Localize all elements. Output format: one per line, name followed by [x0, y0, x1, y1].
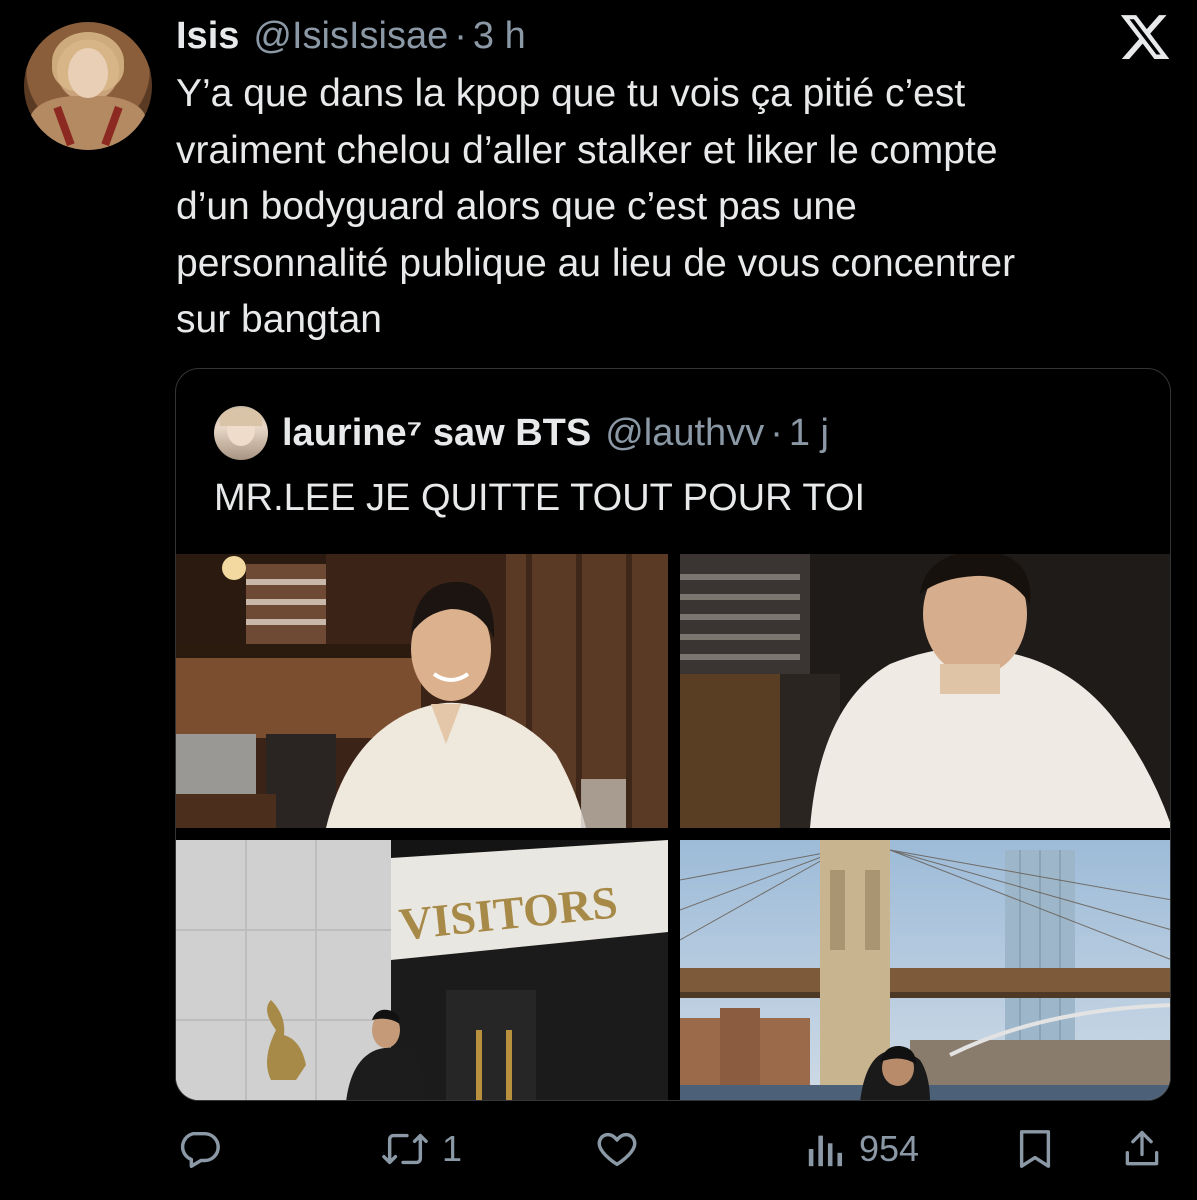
reply-button[interactable] [176, 1118, 234, 1180]
tweet-time[interactable]: 3 h [473, 15, 526, 58]
quoted-tweet[interactable]: laurine⁷ saw BTS @lauthvv · 1 j MR.LEE J… [175, 368, 1171, 1101]
quoted-author-avatar[interactable] [214, 406, 268, 460]
quoted-author-handle[interactable]: @lauthvv [605, 412, 764, 455]
retweet-count: 1 [442, 1128, 463, 1169]
media-photo-visitors-entrance[interactable]: VISITORS [176, 840, 668, 1100]
bookmark-button[interactable] [1014, 1118, 1056, 1180]
views-count: 954 [859, 1128, 920, 1169]
tweet-actions: 1 954 [0, 1118, 1197, 1180]
tweet-text-line: Y’a que dans la kpop que tu vois ça piti… [176, 72, 966, 115]
author-name[interactable]: Isis [176, 15, 239, 58]
heart-icon [597, 1132, 637, 1167]
share-icon [1125, 1130, 1159, 1166]
tweet-header: Isis @IsisIsisae · 3 h [176, 12, 526, 60]
like-button[interactable] [594, 1118, 652, 1180]
reply-icon [180, 1131, 220, 1168]
separator-dot: · [770, 411, 783, 454]
views-button[interactable]: 954 [805, 1118, 919, 1180]
media-grid: VISITORS [176, 554, 1170, 1100]
tweet-text-line: sur bangtan [176, 298, 382, 341]
bookmark-icon [1019, 1130, 1051, 1168]
quoted-tweet-text: MR.LEE JE QUITTE TOUT POUR TOI [214, 477, 866, 519]
quoted-tweet-header: laurine⁷ saw BTS @lauthvv · 1 j [214, 406, 829, 460]
views-icon [808, 1135, 843, 1167]
author-avatar[interactable] [24, 22, 152, 150]
media-photo-restaurant-smiling[interactable] [176, 554, 668, 828]
quoted-tweet-time[interactable]: 1 j [789, 412, 829, 455]
tweet-text-line: personnalité publique au lieu de vous co… [176, 241, 1016, 285]
retweet-icon [382, 1133, 428, 1165]
retweet-button[interactable]: 1 [380, 1118, 462, 1180]
tweet-text-line: d’un bodyguard alors que c’est pas une [176, 185, 857, 228]
quoted-author-name[interactable]: laurine⁷ saw BTS [282, 412, 591, 455]
media-photo-man-looking-down[interactable] [680, 554, 1170, 828]
tweet-text: Y’a que dans la kpop que tu vois ça piti… [176, 66, 1166, 349]
media-photo-bridge[interactable] [680, 840, 1170, 1100]
author-handle[interactable]: @IsisIsisae [253, 15, 448, 58]
separator-dot: · [454, 14, 467, 57]
tweet-text-line: vraiment chelou d’aller stalker et liker… [176, 128, 998, 172]
share-button[interactable] [1120, 1118, 1164, 1180]
x-logo-icon [1120, 15, 1170, 59]
